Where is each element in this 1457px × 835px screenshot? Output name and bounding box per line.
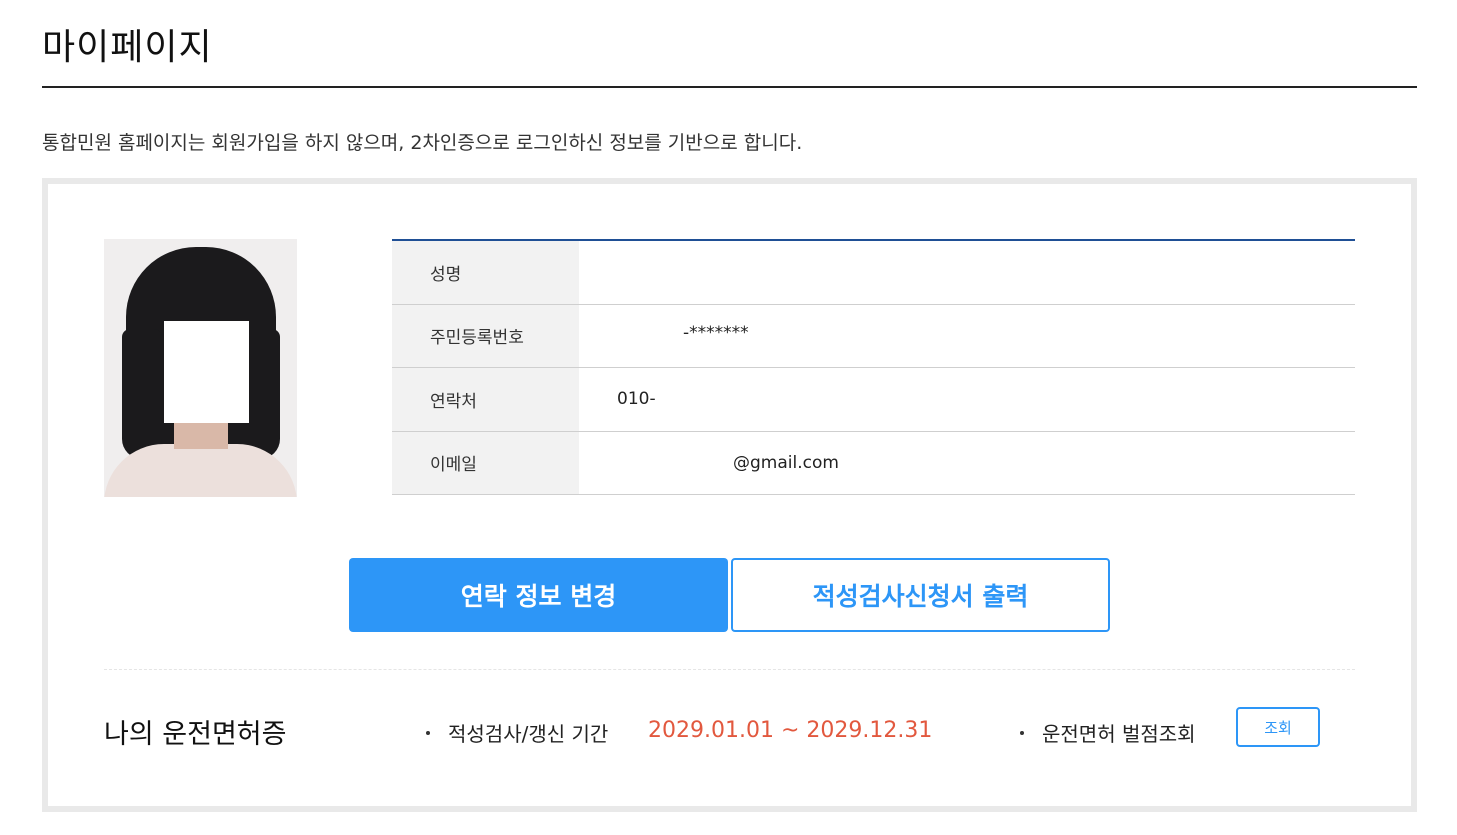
info-value: @gmail.com <box>733 452 839 473</box>
info-row-resident-number: 주민등록번호 -******* <box>392 304 1355 368</box>
bullet-icon <box>426 730 430 735</box>
info-row-contact: 연락처 010- <box>392 368 1355 432</box>
info-value <box>579 241 1355 304</box>
profile-info-table: 성명 주민등록번호 -******* 연락처 010- 이메일 @gmail.c… <box>392 239 1355 495</box>
period-label: 적성검사/갱신 기간 <box>448 722 609 746</box>
info-value: -******* <box>683 322 749 343</box>
info-label: 이메일 <box>392 431 579 494</box>
info-row-name: 성명 <box>392 241 1355 305</box>
penalty-item: 운전면허 벌점조회 <box>1020 718 1196 747</box>
info-row-email: 이메일 @gmail.com <box>392 431 1355 495</box>
print-application-button[interactable]: 적성검사신청서 출력 <box>731 558 1110 632</box>
profile-photo <box>104 239 297 497</box>
page-title: 마이페이지 <box>42 27 213 68</box>
license-section-title: 나의 운전면허증 <box>104 719 287 750</box>
bullet-icon <box>1020 730 1024 735</box>
info-label: 성명 <box>392 241 579 304</box>
period-item: 적성검사/갱신 기간 <box>426 718 608 747</box>
face-privacy-mask <box>164 321 249 423</box>
section-divider <box>104 669 1355 670</box>
info-value: 010- <box>617 389 656 410</box>
change-contact-button[interactable]: 연락 정보 변경 <box>349 558 728 632</box>
penalty-inquiry-button[interactable]: 조회 <box>1236 707 1320 747</box>
info-label: 연락처 <box>392 368 579 431</box>
mypage-card: 성명 주민등록번호 -******* 연락처 010- 이메일 @gmail.c… <box>42 178 1417 812</box>
notice-text: 통합민원 홈페이지는 회원가입을 하지 않으며, 2차인증으로 로그인하신 정보… <box>42 132 803 154</box>
period-value: 2029.01.01 ~ 2029.12.31 <box>648 718 933 743</box>
title-divider <box>42 86 1417 88</box>
info-label: 주민등록번호 <box>392 304 579 367</box>
penalty-label: 운전면허 벌점조회 <box>1042 722 1196 746</box>
